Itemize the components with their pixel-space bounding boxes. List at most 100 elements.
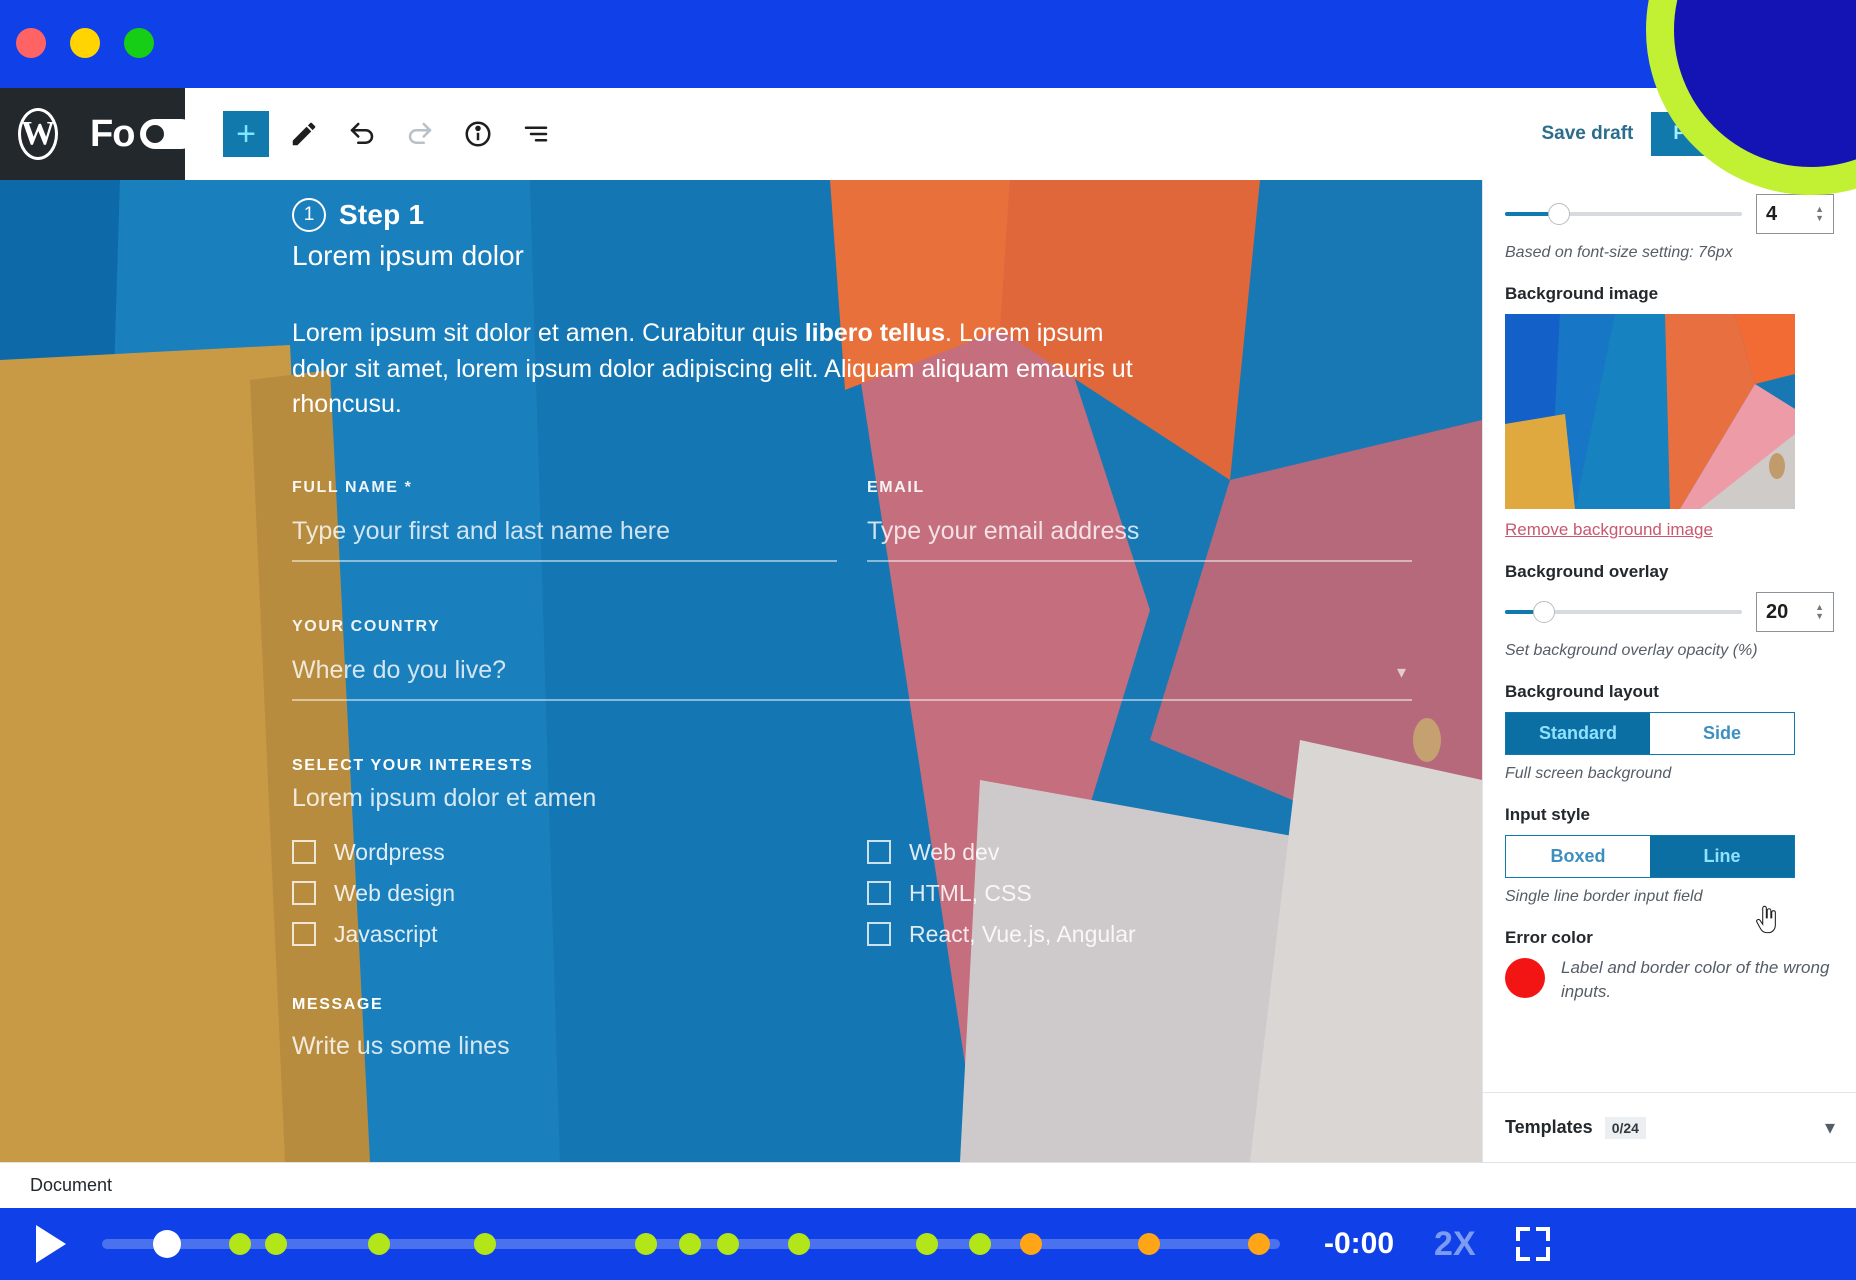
timeline-chapter-marker[interactable]: [228, 1233, 251, 1255]
close-window-button[interactable]: [16, 28, 46, 58]
input-style-hint: Single line border input field: [1505, 888, 1703, 905]
overlay-hint: Set background overlay opacity (%): [1505, 642, 1758, 659]
checkbox-row[interactable]: HTML, CSS: [867, 880, 1412, 907]
stepper-icon[interactable]: ▲ ▼: [1815, 603, 1824, 621]
error-color-swatch[interactable]: [1505, 958, 1545, 998]
save-draft-button[interactable]: Save draft: [1542, 123, 1634, 145]
country-select[interactable]: Where do you live? ▾: [292, 656, 1412, 701]
checkbox-icon[interactable]: [867, 840, 891, 864]
checkbox-icon[interactable]: [867, 881, 891, 905]
country-row: YOUR COUNTRY Where do you live? ▾: [292, 618, 1412, 701]
info-icon[interactable]: [455, 111, 501, 157]
name-email-row: FULL NAME * Type your first and last nam…: [292, 479, 1412, 562]
undo-icon[interactable]: [339, 111, 385, 157]
timeline-chapter-marker[interactable]: [968, 1233, 991, 1255]
edit-pencil-icon[interactable]: [281, 111, 327, 157]
background-image-label: Background image: [1505, 284, 1659, 303]
checkbox-icon[interactable]: [292, 922, 316, 946]
input-style-option-boxed[interactable]: Boxed: [1506, 836, 1650, 877]
overlay-value: 20: [1766, 600, 1789, 623]
slider-knob[interactable]: [1547, 203, 1570, 225]
chevron-down-icon[interactable]: ▾: [1825, 1115, 1835, 1140]
templates-label: Templates: [1505, 1117, 1593, 1137]
columns-slider[interactable]: [1505, 202, 1742, 226]
timeline-chapter-marker[interactable]: [1020, 1233, 1043, 1255]
columns-setting: 4 ▲ ▼ Based on font-size setting: 76px: [1505, 180, 1834, 262]
full-name-input[interactable]: Type your first and last name here: [292, 517, 837, 562]
checkbox-row[interactable]: Web design: [292, 880, 837, 907]
form-body-text: Lorem ipsum sit dolor et amen. Curabitur…: [292, 316, 1157, 423]
timeline-chapter-marker[interactable]: [635, 1233, 658, 1255]
layout-hint: Full screen background: [1505, 765, 1672, 782]
step-number-badge: 1: [292, 198, 326, 232]
wordpress-icon[interactable]: W: [18, 108, 58, 160]
timeline-chapter-marker[interactable]: [1138, 1233, 1161, 1255]
timeline-playhead[interactable]: [152, 1230, 181, 1258]
list-view-icon[interactable]: [513, 111, 559, 157]
checkbox-label: Web design: [334, 879, 456, 906]
checkbox-icon[interactable]: [292, 881, 316, 905]
step-header: 1 Step 1: [292, 198, 1412, 232]
checkbox-row[interactable]: Javascript: [292, 921, 837, 948]
play-button[interactable]: [36, 1225, 66, 1263]
maximize-window-button[interactable]: [124, 28, 154, 58]
checkbox-label: HTML, CSS: [909, 879, 1032, 906]
checkbox-icon[interactable]: [292, 840, 316, 864]
email-label: EMAIL: [867, 478, 925, 496]
publish-button[interactable]: Publish: [1651, 112, 1764, 156]
background-layout-label: Background layout: [1505, 682, 1659, 701]
message-textarea[interactable]: Write us some lines: [292, 1032, 1412, 1061]
step-subtitle: Lorem ipsum dolor: [292, 240, 524, 271]
templates-count-badge: 0/24: [1604, 1116, 1646, 1139]
minimize-window-button[interactable]: [70, 28, 100, 58]
message-label: MESSAGE: [292, 995, 384, 1013]
timeline-chapter-marker[interactable]: [678, 1233, 701, 1255]
columns-slider-row: 4 ▲ ▼: [1505, 194, 1834, 234]
playback-speed-button[interactable]: 2X: [1434, 1225, 1476, 1264]
overlay-number-input[interactable]: 20 ▲ ▼: [1756, 592, 1834, 632]
timeline-chapter-marker[interactable]: [788, 1233, 811, 1255]
settings-gear-icon[interactable]: [1782, 108, 1834, 160]
input-style-option-line[interactable]: Line: [1650, 836, 1794, 877]
email-input[interactable]: Type your email address: [867, 517, 1412, 562]
overlay-slider-row: 20 ▲ ▼: [1505, 592, 1834, 632]
checkbox-row[interactable]: Wordpress: [292, 839, 837, 866]
interests-title: SELECT YOUR INTERESTS: [292, 756, 534, 774]
checkbox-row[interactable]: React, Vue.js, Angular: [867, 921, 1412, 948]
timeline-chapter-marker[interactable]: [716, 1233, 739, 1255]
remove-background-image-link[interactable]: Remove background image: [1505, 520, 1713, 540]
message-field: MESSAGE Write us some lines: [292, 996, 1412, 1061]
checkbox-icon[interactable]: [867, 922, 891, 946]
video-timeline[interactable]: [102, 1229, 1280, 1259]
interests-right-column: Web dev HTML, CSS React, Vue.js, Angular: [867, 839, 1412, 962]
add-block-button[interactable]: +: [223, 111, 269, 157]
timeline-chapter-marker[interactable]: [473, 1233, 496, 1255]
error-color-label: Error color: [1505, 928, 1593, 947]
country-placeholder: Where do you live?: [292, 655, 507, 684]
timeline-chapter-marker[interactable]: [1247, 1233, 1270, 1255]
interests-subtitle: Lorem ipsum dolor et amen: [292, 783, 597, 812]
interests-header: SELECT YOUR INTERESTS Lorem ipsum dolor …: [292, 757, 1412, 813]
error-color-hint: Label and border color of the wrong inpu…: [1561, 958, 1830, 1001]
overlay-slider[interactable]: [1505, 600, 1742, 624]
editor-brand-block: W Fo: [0, 88, 197, 180]
chevron-down-icon: ▾: [1396, 661, 1406, 682]
fullscreen-icon[interactable]: [1515, 1227, 1550, 1261]
slider-knob[interactable]: [1533, 601, 1556, 623]
layout-option-side[interactable]: Side: [1650, 713, 1794, 754]
timeline-chapter-marker[interactable]: [265, 1233, 288, 1255]
columns-number-input[interactable]: 4 ▲ ▼: [1756, 194, 1834, 234]
editor-canvas: 1 Step 1 Lorem ipsum dolor Lorem ipsum s…: [0, 180, 1482, 1162]
stepper-icon[interactable]: ▲ ▼: [1815, 205, 1824, 223]
step-title: Step 1: [339, 199, 425, 230]
input-style-toggle: Boxed Line: [1505, 835, 1795, 878]
body-text-bold: libero tellus: [804, 319, 946, 347]
timeline-chapter-marker[interactable]: [367, 1233, 390, 1255]
timeline-chapter-marker[interactable]: [915, 1233, 938, 1255]
templates-section-header[interactable]: Templates 0/24 ▾: [1483, 1092, 1856, 1162]
redo-icon[interactable]: [397, 111, 443, 157]
checkbox-row[interactable]: Web dev: [867, 839, 1412, 866]
background-image-thumbnail[interactable]: [1505, 314, 1795, 509]
editor-toolbar: W Fo + Save draft Publish: [0, 88, 1856, 180]
layout-option-standard[interactable]: Standard: [1506, 713, 1650, 754]
